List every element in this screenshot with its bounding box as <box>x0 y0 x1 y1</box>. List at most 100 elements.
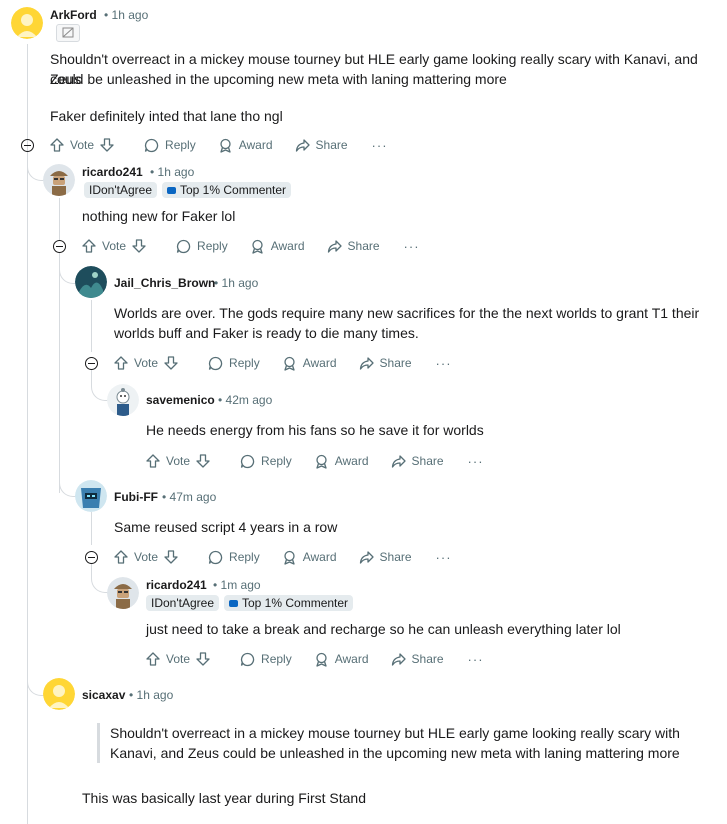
reply-button[interactable]: Reply <box>208 550 260 565</box>
award-button[interactable]: Award <box>314 454 369 469</box>
downvote-arrow-icon[interactable] <box>196 652 210 666</box>
reply-bubble-icon <box>208 356 223 370</box>
share-button[interactable]: Share <box>391 454 444 469</box>
award-icon <box>220 138 231 153</box>
reply-bubble-icon <box>176 239 191 253</box>
award-icon <box>284 356 295 371</box>
downvote-arrow-icon[interactable] <box>100 138 114 152</box>
collapse-thread-icon[interactable] <box>85 357 98 370</box>
comment-body-line: This was basically last year during Firs… <box>82 790 366 806</box>
share-button[interactable]: Share <box>327 239 380 254</box>
upvote-arrow-icon[interactable] <box>146 454 160 468</box>
comment-actions: Vote Reply Award Share ··· <box>146 648 484 670</box>
thread-line-jail <box>91 300 92 352</box>
comment-time: • 47m ago <box>162 490 216 504</box>
more-options-button[interactable]: ··· <box>436 356 452 371</box>
image-embed-icon[interactable] <box>56 24 80 42</box>
avatar[interactable] <box>43 164 75 196</box>
award-button[interactable]: Award <box>218 138 273 153</box>
comment-body-line: just need to take a break and recharge s… <box>146 621 621 637</box>
award-label: Award <box>334 454 369 468</box>
thread-curve-jail <box>59 253 76 284</box>
more-options-button[interactable]: ··· <box>372 138 388 153</box>
avatar[interactable] <box>43 678 75 710</box>
upvote-arrow-icon[interactable] <box>114 356 128 370</box>
avatar[interactable] <box>75 266 107 298</box>
share-button[interactable]: Share <box>295 138 348 153</box>
avatar[interactable] <box>75 480 107 512</box>
badge-label: Top 1% Commenter <box>180 183 287 197</box>
comment-author[interactable]: ricardo241 <box>82 165 143 179</box>
comment-actions: Vote Reply Award Share ··· <box>114 352 452 374</box>
reply-button[interactable]: Reply <box>144 138 196 153</box>
comment-author[interactable]: sicaxav <box>82 688 125 702</box>
comment-author[interactable]: Jail_Chris_Brown <box>114 276 215 290</box>
more-options-button[interactable]: ··· <box>436 550 452 565</box>
comment-author[interactable]: ricardo241 <box>146 578 207 592</box>
award-icon <box>284 550 295 565</box>
award-button[interactable]: Award <box>282 356 337 371</box>
share-button[interactable]: Share <box>391 652 444 667</box>
upvote-arrow-icon[interactable] <box>50 138 64 152</box>
reply-bubble-icon <box>240 652 255 666</box>
collapse-thread-icon[interactable] <box>53 240 66 253</box>
reply-button[interactable]: Reply <box>176 239 228 254</box>
vote-label: Vote <box>166 454 191 468</box>
reply-bubble-icon <box>208 550 223 564</box>
reply-label: Reply <box>197 239 228 253</box>
award-label: Award <box>238 138 273 152</box>
timestamp: 47m ago <box>169 490 217 504</box>
separator: • <box>213 578 218 592</box>
downvote-arrow-icon[interactable] <box>196 454 210 468</box>
comment-author[interactable]: Fubi-FF <box>114 490 158 504</box>
downvote-arrow-icon[interactable] <box>164 550 178 564</box>
upvote-arrow-icon[interactable] <box>82 239 96 253</box>
comment-time: • 1m ago <box>213 578 261 592</box>
reply-button[interactable]: Reply <box>240 652 292 667</box>
badge-label: Top 1% Commenter <box>242 596 349 610</box>
downvote-arrow-icon[interactable] <box>164 356 178 370</box>
share-label: Share <box>411 652 444 666</box>
more-options-button[interactable]: ··· <box>404 239 420 254</box>
more-options-button[interactable]: ··· <box>468 652 484 667</box>
avatar[interactable] <box>107 577 139 609</box>
reply-button[interactable]: Reply <box>240 454 292 469</box>
share-button[interactable]: Share <box>359 356 412 371</box>
thread-line-fubi <box>91 512 92 545</box>
comment-author[interactable]: savemenico <box>146 393 215 407</box>
collapse-thread-icon[interactable] <box>85 551 98 564</box>
award-label: Award <box>270 239 305 253</box>
share-arrow-icon <box>295 138 310 152</box>
award-button[interactable]: Award <box>314 652 369 667</box>
comment-author[interactable]: ArkFord <box>50 8 97 22</box>
upvote-arrow-icon[interactable] <box>146 652 160 666</box>
reply-button[interactable]: Reply <box>208 356 260 371</box>
avatar[interactable] <box>107 384 139 416</box>
vote-control: Vote <box>114 356 184 370</box>
share-button[interactable]: Share <box>359 550 412 565</box>
avatar[interactable] <box>11 7 43 39</box>
comment-body-line: Worlds are over. The gods require many n… <box>114 305 700 321</box>
more-options-button[interactable]: ··· <box>468 454 484 469</box>
quote-line: Kanavi, and Zeus could be unleashed in t… <box>110 745 680 761</box>
reply-bubble-icon <box>144 138 159 152</box>
timestamp: 1m ago <box>220 578 261 592</box>
award-button[interactable]: Award <box>282 550 337 565</box>
share-arrow-icon <box>391 454 406 468</box>
award-button[interactable]: Award <box>250 239 305 254</box>
separator: • <box>129 688 134 702</box>
comment-body-line: could be unleashed in the upcoming new m… <box>50 71 507 87</box>
vote-label: Vote <box>70 138 95 152</box>
separator: • <box>150 165 155 179</box>
comment-time: • 42m ago <box>218 393 272 407</box>
comment-time: • 1h ago <box>129 688 173 702</box>
comment-body-line: He needs energy from his fans so he save… <box>146 422 484 438</box>
upvote-arrow-icon[interactable] <box>114 550 128 564</box>
top-commenter-badge: Top 1% Commenter <box>224 595 354 611</box>
collapse-thread-icon[interactable] <box>21 139 34 152</box>
separator: • <box>162 490 167 504</box>
vote-label: Vote <box>134 356 159 370</box>
downvote-arrow-icon[interactable] <box>132 239 146 253</box>
share-label: Share <box>315 138 348 152</box>
reply-bubble-icon <box>240 454 255 468</box>
